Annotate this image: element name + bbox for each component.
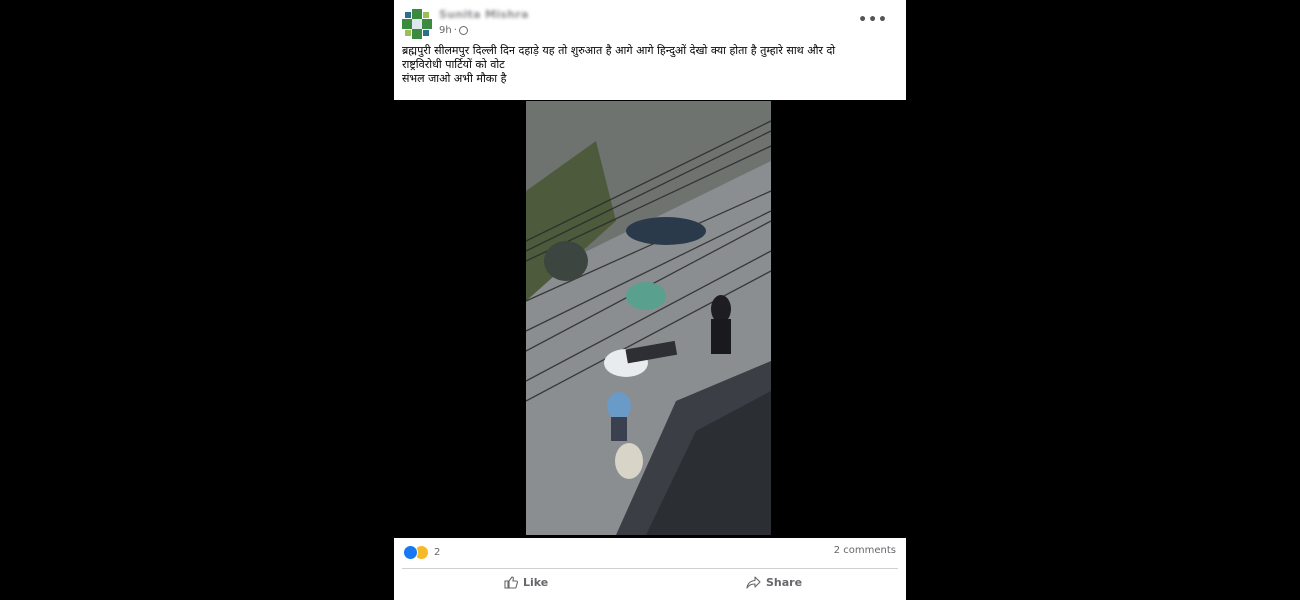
post-meta: 9h · [439, 25, 468, 36]
reactions-summary[interactable]: 2 [403, 545, 440, 560]
post-time[interactable]: 9h [439, 25, 452, 36]
footer-divider [402, 568, 898, 569]
share-button[interactable]: Share [746, 576, 802, 589]
globe-icon [458, 26, 468, 35]
post-video[interactable] [526, 101, 771, 535]
avatar[interactable] [402, 9, 432, 39]
author-name[interactable]: Sunita Mishra [439, 8, 529, 21]
share-arrow-icon [746, 576, 761, 589]
video-frame [526, 101, 771, 535]
like-reaction-icon [403, 545, 418, 560]
more-options-button[interactable]: ••• [858, 12, 888, 28]
post-header: Sunita Mishra 9h · ••• ब्रह्मपुरी सीलमपु… [394, 0, 906, 100]
post-footer: 2 2 comments Like Share [394, 538, 906, 600]
comments-count-link[interactable]: 2 comments [834, 545, 896, 556]
post-text-line: राष्ट्रविरोधी पार्टियों को वोट [402, 58, 505, 71]
post-text-line: संभल जाओ अभी मौका है [402, 72, 507, 85]
post-text: ब्रह्मपुरी सीलमपुर दिल्ली दिन दहाड़े यह … [402, 44, 892, 86]
thumbs-up-icon [504, 576, 518, 589]
meta-separator: · [453, 25, 457, 36]
post-text-line: ब्रह्मपुरी सीलमपुर दिल्ली दिन दहाड़े यह … [402, 44, 836, 57]
like-button[interactable]: Like [504, 576, 548, 589]
share-label: Share [766, 576, 803, 589]
like-label: Like [523, 576, 549, 589]
reaction-count: 2 [434, 547, 441, 558]
